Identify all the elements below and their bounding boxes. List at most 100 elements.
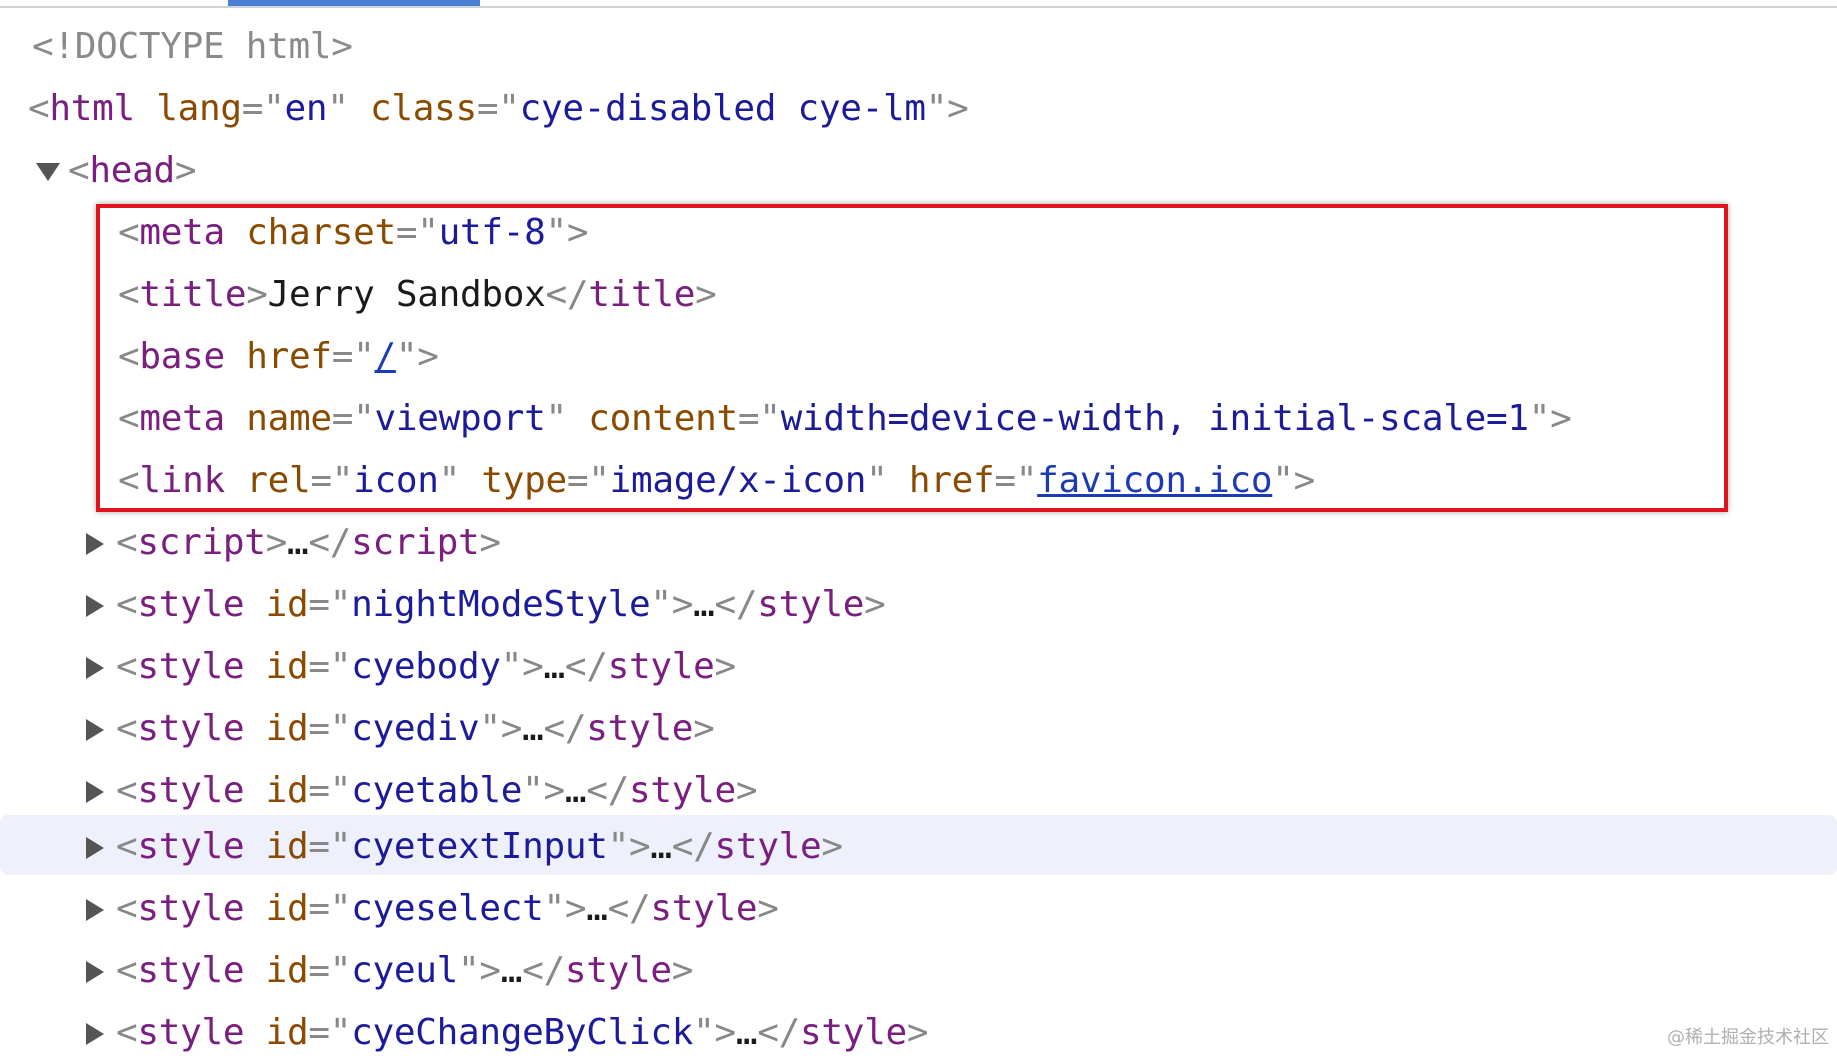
- collapsed-ellipsis[interactable]: …: [501, 950, 523, 991]
- expand-triangle-icon[interactable]: [86, 899, 104, 921]
- tag-name: link: [139, 460, 225, 501]
- meta-charset-node[interactable]: <meta charset="utf-8">: [118, 202, 589, 264]
- attr-value: en: [284, 88, 328, 129]
- tag-name: head: [89, 150, 175, 191]
- tag-name: title: [139, 274, 247, 315]
- collapsed-ellipsis[interactable]: …: [522, 708, 544, 749]
- tag-name: title: [588, 274, 696, 315]
- style-node[interactable]: <style id="cyediv">…</style>: [86, 698, 715, 760]
- expand-triangle-icon[interactable]: [86, 961, 104, 983]
- attr-name: content: [588, 398, 738, 439]
- title-node[interactable]: <title>Jerry Sandbox</title>: [118, 264, 717, 326]
- tag-name: style: [757, 584, 865, 625]
- tag-name: html: [49, 88, 135, 129]
- doctype-node[interactable]: <!DOCTYPE html>: [32, 16, 353, 78]
- active-tab-indicator[interactable]: [228, 0, 480, 6]
- expand-triangle-icon[interactable]: [86, 719, 104, 741]
- attr-name: href: [908, 460, 995, 501]
- tag-name: style: [137, 888, 245, 929]
- attr-name: class: [370, 88, 477, 129]
- collapsed-ellipsis[interactable]: …: [287, 522, 309, 563]
- attr-name: name: [246, 398, 332, 439]
- attr-value: cye-disabled cye-lm: [519, 88, 926, 129]
- attr-name: id: [265, 888, 309, 929]
- expand-triangle-icon[interactable]: [36, 163, 60, 181]
- tag-name: style: [137, 826, 245, 867]
- tag-name: style: [137, 646, 245, 687]
- tag-name: meta: [139, 398, 225, 439]
- style-node[interactable]: <style id="cyeChangeByClick">…</style>: [86, 1002, 929, 1064]
- attr-name: lang: [156, 88, 242, 129]
- expand-triangle-icon[interactable]: [86, 837, 104, 859]
- style-node-hovered[interactable]: <style id="cyetextInput">…</style>: [86, 816, 843, 878]
- attr-value: cyeul: [351, 950, 458, 991]
- link-icon-node[interactable]: <link rel="icon" type="image/x-icon" hre…: [118, 450, 1315, 512]
- attr-value: nightModeStyle: [351, 584, 651, 625]
- attr-name: id: [265, 950, 309, 991]
- tag-name: style: [564, 950, 672, 991]
- expand-triangle-icon[interactable]: [86, 533, 104, 555]
- attr-name: id: [265, 646, 309, 687]
- attr-value: cyediv: [351, 708, 480, 749]
- collapsed-ellipsis[interactable]: …: [736, 1012, 758, 1053]
- base-node[interactable]: <base href="/">: [118, 326, 439, 388]
- attr-value: cyetextInput: [351, 826, 608, 867]
- html-node[interactable]: <html lang="en" class="cye-disabled cye-…: [28, 78, 969, 140]
- tag-name: style: [137, 708, 245, 749]
- expand-triangle-icon[interactable]: [86, 781, 104, 803]
- attr-value: cyeselect: [351, 888, 544, 929]
- tag-name: style: [629, 770, 736, 811]
- attr-name: id: [265, 708, 309, 749]
- style-node[interactable]: <style id="cyeul">…</style>: [86, 940, 693, 1002]
- style-node[interactable]: <style id="cyetable">…</style>: [86, 760, 758, 822]
- script-node[interactable]: <script>…</script>: [86, 512, 501, 574]
- tag-name: style: [586, 708, 694, 749]
- attr-name: id: [265, 1012, 309, 1053]
- attr-value: cyeChangeByClick: [351, 1012, 694, 1053]
- tag-name: style: [607, 646, 715, 687]
- attr-name: id: [265, 826, 309, 867]
- tag-name: style: [137, 1012, 245, 1053]
- collapsed-ellipsis[interactable]: …: [565, 770, 587, 811]
- href-link[interactable]: favicon.ico: [1037, 460, 1272, 501]
- tag-name: script: [137, 522, 266, 563]
- tag-name: script: [351, 522, 480, 563]
- expand-triangle-icon[interactable]: [86, 595, 104, 617]
- attr-value: cyebody: [351, 646, 501, 687]
- attr-name: id: [265, 770, 309, 811]
- attr-value: cyetable: [351, 770, 523, 811]
- collapsed-ellipsis[interactable]: …: [650, 826, 672, 867]
- href-link[interactable]: /: [375, 336, 397, 377]
- style-node[interactable]: <style id="cyeselect">…</style>: [86, 878, 779, 940]
- attr-value: width=device-width, initial-scale=1: [780, 398, 1529, 439]
- attr-name: type: [481, 460, 567, 501]
- meta-viewport-node[interactable]: <meta name="viewport" content="width=dev…: [118, 388, 1572, 450]
- style-node[interactable]: <style id="cyebody">…</style>: [86, 636, 736, 698]
- tag-name: style: [799, 1012, 907, 1053]
- tag-name: style: [714, 826, 822, 867]
- attr-name: charset: [246, 212, 396, 253]
- collapsed-ellipsis[interactable]: …: [544, 646, 566, 687]
- attr-name: rel: [246, 460, 311, 501]
- tag-name: style: [137, 770, 245, 811]
- attr-value: utf-8: [438, 212, 546, 253]
- collapsed-ellipsis[interactable]: …: [586, 888, 608, 929]
- attr-value: viewport: [374, 398, 546, 439]
- title-text: Jerry Sandbox: [267, 274, 546, 315]
- attr-value: icon: [353, 460, 439, 501]
- tag-name: meta: [139, 212, 225, 253]
- attr-name: id: [265, 584, 309, 625]
- attr-name: href: [246, 336, 332, 377]
- head-node[interactable]: <head>: [36, 140, 197, 202]
- tag-name: base: [139, 336, 225, 377]
- expand-triangle-icon[interactable]: [86, 1023, 104, 1045]
- expand-triangle-icon[interactable]: [86, 657, 104, 679]
- tag-name: style: [137, 950, 245, 991]
- tag-name: style: [650, 888, 758, 929]
- watermark: @稀土掘金技术社区: [1667, 1027, 1829, 1048]
- tag-name: style: [137, 584, 245, 625]
- collapsed-ellipsis[interactable]: …: [693, 584, 715, 625]
- style-node[interactable]: <style id="nightModeStyle">…</style>: [86, 574, 886, 636]
- attr-value: image/x-icon: [609, 460, 867, 501]
- devtools-tab-bar: [0, 0, 1837, 8]
